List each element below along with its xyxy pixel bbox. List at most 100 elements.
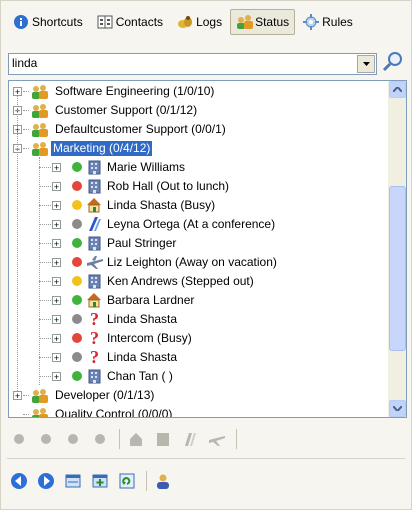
divider [7, 458, 405, 459]
home-icon [86, 197, 102, 213]
find-button[interactable] [381, 50, 405, 74]
group-label: Marketing (0/4/12) [51, 141, 153, 156]
member-row[interactable]: + Liz Leighton (Away on vacation) [9, 253, 389, 272]
status-dot-icon [72, 352, 82, 362]
svg-text:?: ? [90, 349, 99, 365]
add-window-icon [92, 474, 108, 488]
group-icon [30, 406, 50, 417]
member-label: Intercom (Busy) [107, 331, 192, 345]
member-row[interactable]: + Leyna Ortega (At a conference) [9, 215, 389, 234]
location-book-button[interactable] [151, 427, 175, 451]
add-window-button[interactable] [88, 469, 112, 493]
status-dot-icon [72, 200, 82, 210]
member-row[interactable]: + Rob Hall (Out to lunch) [9, 177, 389, 196]
scroll-down-button[interactable] [389, 400, 406, 417]
tree-group[interactable]: Quality Control (0/0/0) [9, 405, 389, 418]
rules-icon [303, 14, 320, 30]
expand-icon[interactable]: + [52, 277, 61, 287]
question-mark-icon: ? [89, 347, 105, 367]
expand-icon[interactable]: + [52, 201, 61, 211]
tab-contacts[interactable]: Contacts [91, 9, 169, 35]
tab-label: Contacts [115, 15, 164, 29]
address-book-icon [97, 14, 113, 30]
question-mark-icon: ? [89, 309, 105, 329]
scroll-up-button[interactable] [389, 81, 406, 98]
search-combobox[interactable] [8, 53, 377, 75]
dropdown-arrow-icon[interactable] [357, 55, 375, 73]
expand-icon[interactable]: + [52, 220, 61, 230]
location-plane-button[interactable] [205, 427, 229, 451]
status-dot-button[interactable] [61, 427, 85, 451]
tab-rules[interactable]: Rules [297, 9, 359, 35]
building-icon [86, 235, 102, 251]
chevron-up-icon [393, 87, 402, 92]
status-dot-icon [72, 181, 82, 191]
group-icon [30, 83, 50, 100]
status-dot-button[interactable] [34, 427, 58, 451]
member-label: Paul Stringer [107, 236, 177, 250]
user-button[interactable] [151, 469, 175, 493]
member-row[interactable]: + Marie Williams [9, 158, 389, 177]
tab-label: Rules [322, 15, 353, 29]
member-label: Rob Hall (Out to lunch) [107, 179, 230, 193]
status-people-icon [236, 14, 254, 30]
status-dot-icon [72, 333, 82, 343]
expand-icon[interactable]: + [52, 334, 61, 344]
expand-icon[interactable]: + [13, 391, 22, 401]
expand-icon[interactable]: + [52, 315, 61, 325]
window-button[interactable] [61, 469, 85, 493]
member-row[interactable]: + Paul Stringer [9, 234, 389, 253]
tab-shortcuts[interactable]: Shortcuts [7, 9, 89, 35]
expand-icon[interactable]: + [52, 163, 61, 173]
member-row[interactable]: +? Linda Shasta [9, 309, 389, 329]
member-row[interactable]: + Barbara Lardner [9, 291, 389, 310]
search-input[interactable] [9, 54, 355, 72]
expand-icon[interactable]: + [52, 372, 61, 382]
refresh-button[interactable] [115, 469, 139, 493]
member-row[interactable]: + Chan Tan ( ) [9, 367, 389, 386]
svg-text:?: ? [90, 330, 99, 346]
dot-icon [14, 434, 24, 444]
location-office-button[interactable] [124, 427, 148, 451]
divider [119, 429, 120, 449]
group-label: Quality Control (0/0/0) [55, 407, 173, 418]
location-pen-button[interactable] [178, 427, 202, 451]
tab-status[interactable]: Status [230, 9, 296, 35]
status-setter-bar [7, 425, 241, 453]
status-dot-button[interactable] [7, 427, 31, 451]
back-icon [11, 473, 27, 489]
status-tree[interactable]: + Software Engineering (1/0/10) + Custom… [8, 80, 407, 418]
dot-icon [95, 434, 105, 444]
expand-icon[interactable]: + [52, 296, 61, 306]
status-dot-icon [72, 314, 82, 324]
pen-icon [185, 433, 196, 446]
expand-icon[interactable]: + [52, 182, 61, 192]
toolbar: Shortcuts Contacts Logs Status Rules [7, 9, 361, 35]
expand-icon[interactable]: + [52, 353, 61, 363]
dot-icon [41, 434, 51, 444]
expand-icon[interactable]: + [52, 258, 61, 268]
scroll-thumb[interactable] [389, 186, 406, 351]
tree-group-expanded[interactable]: − Marketing (0/4/12) [9, 139, 389, 158]
member-row[interactable]: +? Linda Shasta [9, 347, 389, 367]
expand-icon[interactable]: + [52, 239, 61, 249]
forward-button[interactable] [34, 469, 58, 493]
tab-logs[interactable]: Logs [171, 9, 228, 35]
member-label: Barbara Lardner [107, 293, 195, 307]
status-window: Shortcuts Contacts Logs Status Rules lin… [0, 0, 412, 510]
group-icon [30, 387, 50, 404]
tree-group[interactable]: + Software Engineering (1/0/10) [9, 82, 389, 101]
tree-group[interactable]: + Defaultcustomer Support (0/0/1) [9, 120, 389, 139]
status-dot-icon [72, 295, 82, 305]
back-button[interactable] [7, 469, 31, 493]
member-label: Leyna Ortega (At a conference) [107, 217, 276, 231]
member-row[interactable]: + Linda Shasta (Busy) [9, 196, 389, 215]
tree-group[interactable]: + Developer (0/1/13) [9, 386, 389, 405]
member-row[interactable]: + Ken Andrews (Stepped out) [9, 272, 389, 291]
status-dot-button[interactable] [88, 427, 112, 451]
info-icon [13, 14, 29, 30]
member-row[interactable]: +? Intercom (Busy) [9, 328, 389, 348]
tree-group[interactable]: + Customer Support (0/1/12) [9, 101, 389, 120]
plane-icon [209, 436, 225, 446]
vertical-scrollbar[interactable] [388, 81, 406, 417]
